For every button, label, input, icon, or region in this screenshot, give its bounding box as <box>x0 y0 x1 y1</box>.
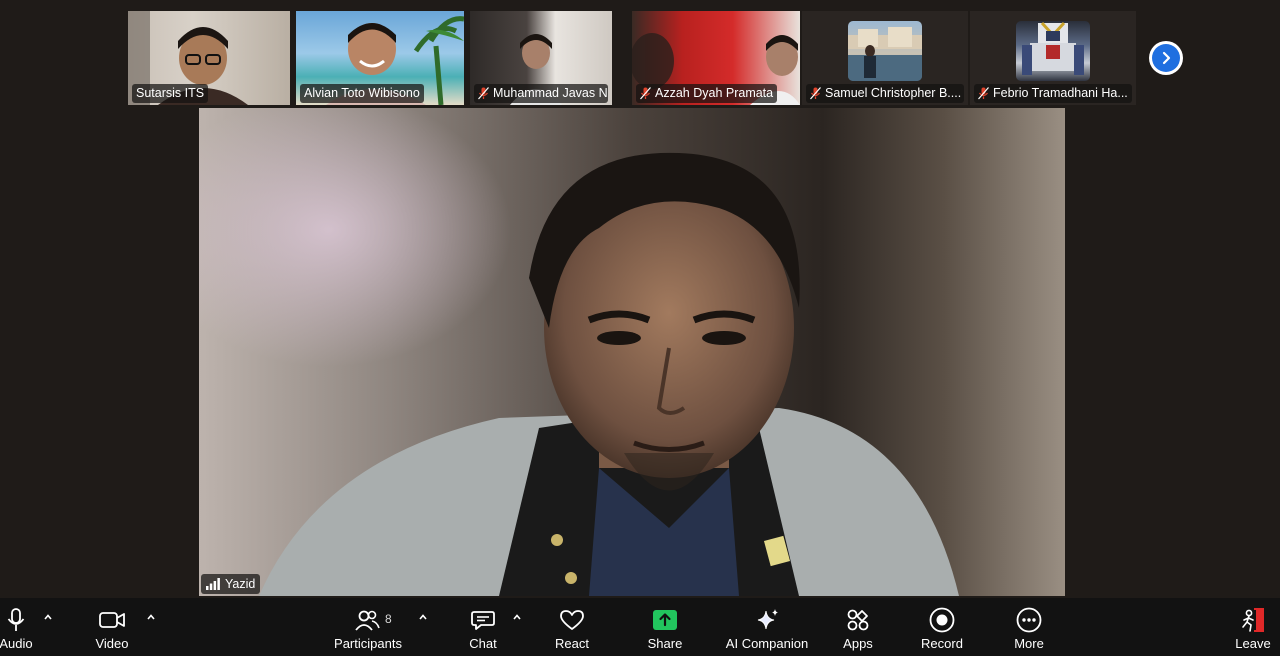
participant-tile[interactable]: Muhammad Javas Nau... <box>470 11 612 105</box>
video-options-caret[interactable] <box>146 612 156 622</box>
record-icon <box>929 607 955 633</box>
ai-companion-button[interactable]: AI Companion <box>722 598 812 656</box>
participant-thumbnail-strip: Sutarsis ITS Alvian Toto Wibisono Muhamm… <box>128 11 1136 105</box>
speaker-name-tag: Yazid <box>201 574 261 594</box>
participant-name-label: Muhammad Javas Nau... <box>474 84 608 103</box>
audio-button[interactable]: Audio <box>0 598 36 656</box>
participant-name-label: Azzah Dyah Pramata <box>636 84 778 103</box>
sparkle-icon <box>754 607 780 633</box>
share-screen-button[interactable]: Share <box>642 598 688 656</box>
participant-tile[interactable]: Azzah Dyah Pramata <box>632 11 800 105</box>
more-button[interactable]: More <box>1008 598 1050 656</box>
participants-icon <box>354 607 380 633</box>
speaker-video-frame <box>199 108 1065 596</box>
apps-grid-icon <box>846 607 870 633</box>
chevron-right-icon <box>1152 44 1180 72</box>
chat-options-caret[interactable] <box>512 612 522 622</box>
participant-name-label: Samuel Christopher B.... <box>806 84 964 103</box>
audio-options-caret[interactable] <box>43 612 53 622</box>
chat-button[interactable]: Chat <box>462 598 504 656</box>
profile-picture <box>1016 21 1090 81</box>
active-speaker-video: Yazid <box>199 108 1065 596</box>
participant-tile[interactable]: Febrio Tramadhani Ha... <box>970 11 1136 105</box>
profile-picture <box>848 21 922 81</box>
leave-meeting-button[interactable]: Leave <box>1232 598 1274 656</box>
participant-tile[interactable]: Sutarsis ITS <box>128 11 290 105</box>
leave-door-icon <box>1240 607 1266 633</box>
microphone-muted-icon <box>478 87 489 100</box>
meeting-window: Sutarsis ITS Alvian Toto Wibisono Muhamm… <box>0 0 1280 656</box>
record-button[interactable]: Record <box>916 598 968 656</box>
apps-button[interactable]: Apps <box>836 598 880 656</box>
participant-name-label: Febrio Tramadhani Ha... <box>974 84 1132 103</box>
participants-button[interactable]: 8 Participants <box>330 598 406 656</box>
share-screen-icon <box>652 607 678 633</box>
microphone-icon <box>7 607 25 633</box>
next-participants-page-button[interactable] <box>1149 41 1183 75</box>
microphone-muted-icon <box>978 87 989 100</box>
video-camera-icon <box>99 607 125 633</box>
microphone-muted-icon <box>810 87 821 100</box>
more-options-icon <box>1016 607 1042 633</box>
react-button[interactable]: React <box>548 598 596 656</box>
chat-bubble-icon <box>471 607 495 633</box>
heart-icon <box>559 607 585 633</box>
participant-name-label: Sutarsis ITS <box>132 84 209 103</box>
meeting-controls-toolbar: Audio Video 8 Participants Chat React Sh… <box>0 598 1280 656</box>
microphone-muted-icon <box>640 87 651 100</box>
signal-bars-icon <box>206 578 220 590</box>
participant-tile[interactable]: Alvian Toto Wibisono <box>296 11 464 105</box>
video-button[interactable]: Video <box>88 598 136 656</box>
participant-tile[interactable]: Samuel Christopher B.... <box>802 11 968 105</box>
participant-name-label: Alvian Toto Wibisono <box>300 84 424 103</box>
participants-options-caret[interactable] <box>418 612 428 622</box>
